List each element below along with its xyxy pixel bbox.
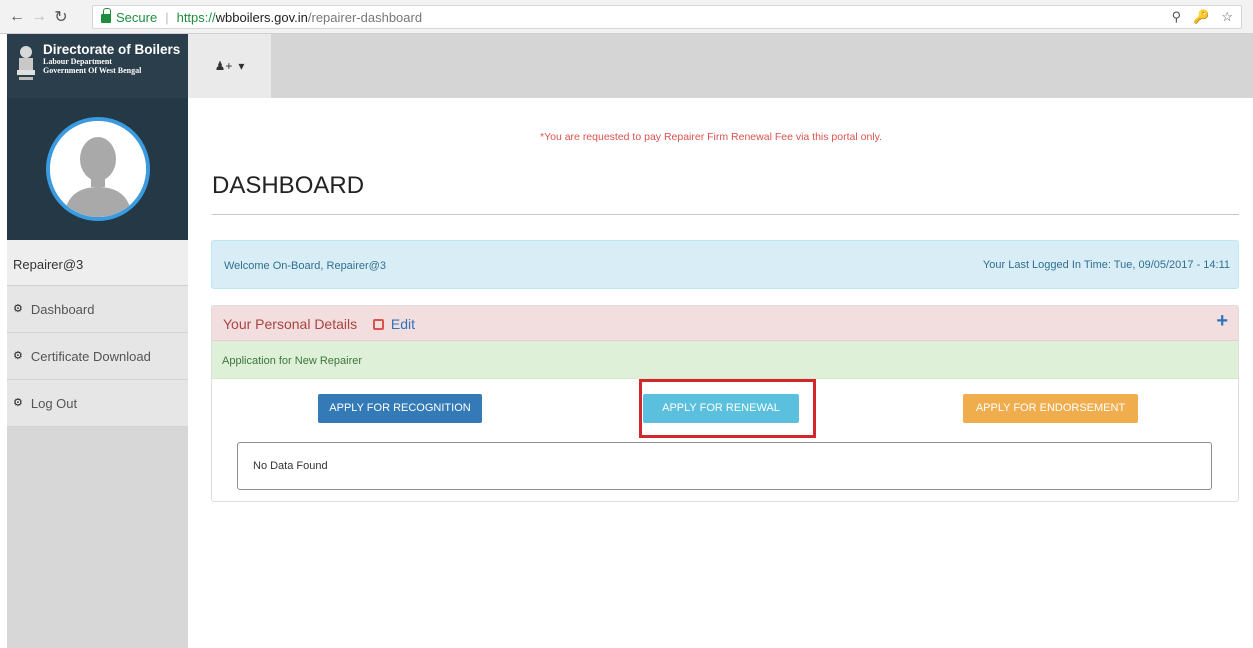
sidebar-item-dashboard[interactable]: ⚙ Dashboard	[7, 286, 188, 333]
sidebar-item-label: Dashboard	[30, 302, 95, 317]
dashboard-icon: ⚙	[13, 350, 23, 362]
state-emblem-icon	[17, 46, 35, 80]
profile-area	[7, 98, 188, 240]
edit-icon	[373, 319, 385, 330]
zoom-icon[interactable]: ⚲	[1172, 9, 1182, 25]
address-bar[interactable]: Secure | https://wbboilers.gov.in/repair…	[92, 5, 1242, 29]
user-silhouette-icon	[49, 121, 146, 217]
url-scheme: https://	[176, 9, 216, 25]
user-add-icon: ♟+	[214, 59, 233, 73]
title-divider	[212, 214, 1239, 215]
forward-icon[interactable]: →	[28, 8, 50, 26]
brand-header[interactable]: Directorate of Boilers Labour Department…	[7, 34, 188, 98]
username-label: Repairer@3	[7, 240, 188, 286]
bookmark-star-icon[interactable]: ☆	[1221, 9, 1233, 25]
application-section-header: Application for New Repairer	[212, 341, 1238, 379]
brand-govt: Government Of West Bengal	[43, 66, 142, 75]
sidebar-item-log-out[interactable]: ⚙ Log Out	[7, 380, 188, 427]
back-icon[interactable]: ←	[6, 8, 28, 26]
key-icon[interactable]: 🔑	[1193, 9, 1209, 25]
url-path: /repairer-dashboard	[307, 9, 423, 25]
lock-icon	[101, 8, 111, 23]
renewal-fee-notice: *You are requested to pay Repairer Firm …	[540, 131, 883, 143]
dashboard-icon: ⚙	[13, 303, 23, 315]
application-panel: Your Personal Details Edit + Application…	[211, 305, 1239, 502]
apply-renewal-button[interactable]: APPLY FOR RENEWAL	[643, 394, 799, 423]
last-login-time: Your Last Logged In Time: Tue, 09/05/201…	[982, 259, 1230, 271]
welcome-message: Welcome On-Board, Repairer@3	[224, 260, 386, 272]
brand-dept: Labour Department	[43, 57, 112, 66]
apply-recognition-button[interactable]: APPLY FOR RECOGNITION	[318, 394, 482, 423]
browser-toolbar: ← → ↻ Secure | https://wbboilers.gov.in /…	[0, 0, 1253, 34]
expand-plus-icon[interactable]: +	[1216, 310, 1228, 333]
personal-details-header[interactable]: Your Personal Details Edit +	[212, 306, 1238, 341]
sidebar-item-label: Log Out	[30, 396, 78, 411]
edit-link[interactable]: Edit	[391, 316, 415, 332]
top-bar: ♟+ ▾	[188, 34, 1253, 98]
url-host: wbboilers.gov.in	[215, 9, 308, 25]
caret-down-icon: ▾	[238, 59, 245, 73]
welcome-alert: Welcome On-Board, Repairer@3 Your Last L…	[211, 240, 1239, 289]
dashboard-icon: ⚙	[13, 397, 23, 409]
personal-details-title: Your Personal Details	[223, 316, 358, 332]
page-title: DASHBOARD	[212, 172, 365, 199]
user-menu-button[interactable]: ♟+ ▾	[188, 34, 271, 98]
avatar	[45, 117, 150, 221]
sidebar-item-certificate-download[interactable]: ⚙ Certificate Download	[7, 333, 188, 380]
sidebar-item-label: Certificate Download	[30, 349, 151, 364]
sidebar: Directorate of Boilers Labour Department…	[7, 34, 188, 648]
secure-label: Secure	[116, 9, 158, 25]
brand-title: Directorate of Boilers	[43, 42, 181, 57]
no-data-message: No Data Found	[237, 442, 1212, 490]
reload-icon[interactable]: ↻	[50, 7, 72, 27]
apply-endorsement-button[interactable]: APPLY FOR ENDORSEMENT	[963, 394, 1138, 423]
